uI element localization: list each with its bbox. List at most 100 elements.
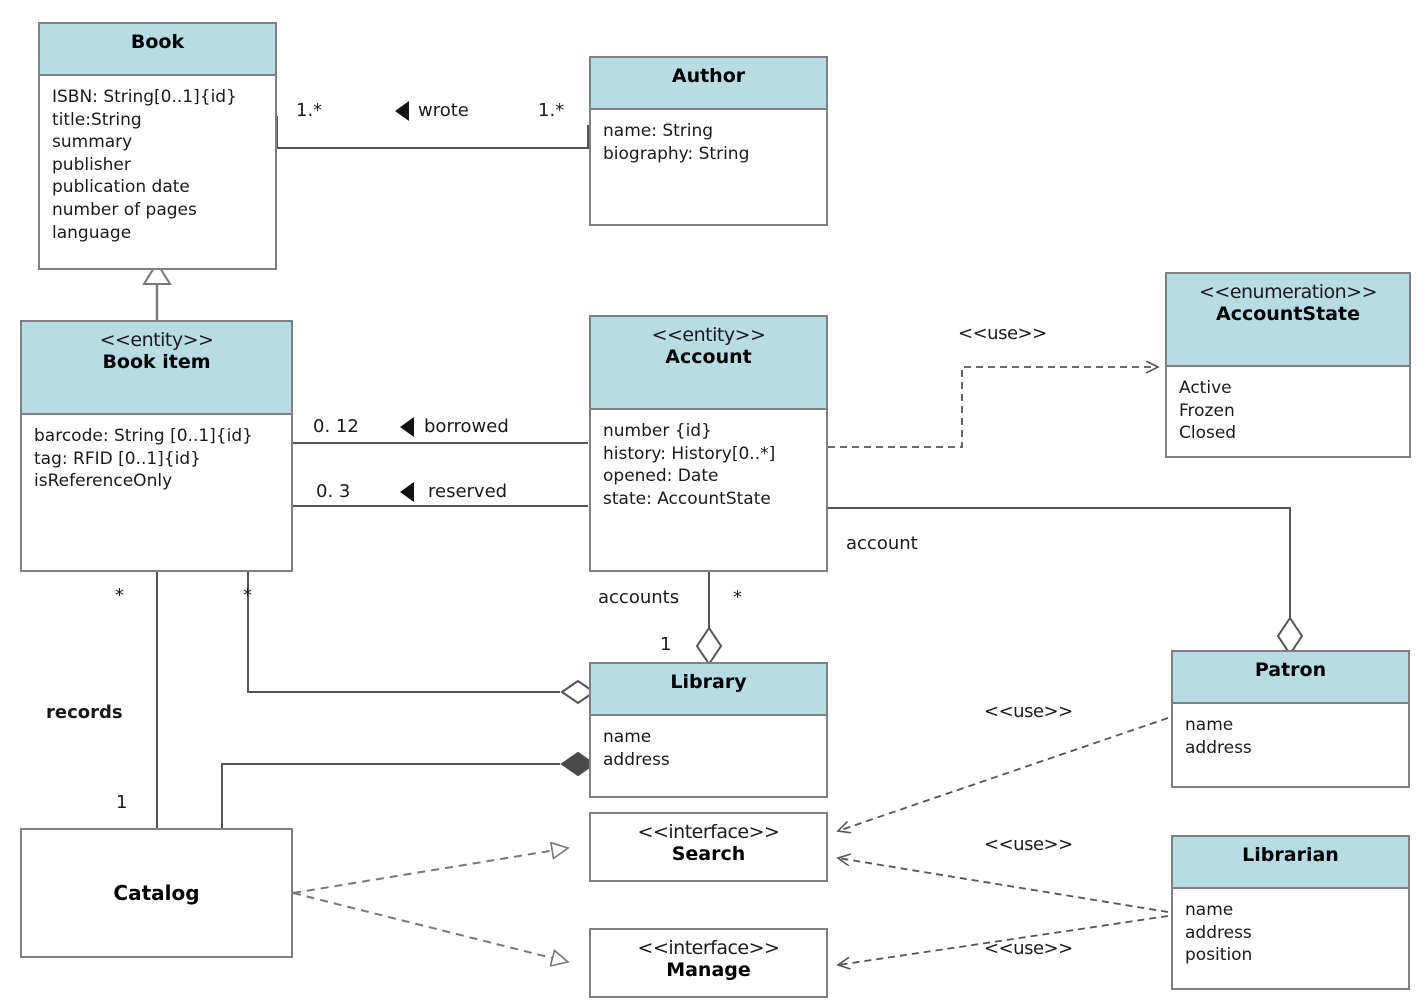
class-book[interactable]: Book ISBN: String[0..1]{id} title:String… [38,22,277,270]
role-label-accounts: accounts [598,587,680,608]
class-book-item-header: <<entity>> Book item [22,322,291,415]
class-book-attributes: ISBN: String[0..1]{id} title:String summ… [40,76,275,250]
attribute: number of pages [52,200,197,221]
attribute: state: AccountState [603,488,771,509]
class-search-name: Search [671,843,746,866]
multiplicity-reserved: 0. 3 [316,481,351,502]
class-librarian-name: Librarian [1242,844,1339,866]
attribute: publication date [52,177,190,198]
attribute: address [1185,922,1252,943]
class-account-state-stereotype: <<enumeration>> [1198,281,1378,303]
class-librarian-attributes: name address position [1173,889,1408,973]
uml-diagram-canvas: Book ISBN: String[0..1]{id} title:String… [0,0,1426,1006]
edge-account-uses-accountstate [828,367,1158,448]
multiplicity-book-wrote-right: 1.* [538,100,565,121]
class-library[interactable]: Library name address [589,662,828,798]
edge-account-library-aggregation [695,572,723,666]
class-librarian[interactable]: Librarian name address position [1171,835,1410,990]
class-patron-attributes: name address [1173,704,1408,765]
attribute: language [52,222,132,243]
navigation-triangle-reserved [400,482,414,502]
edge-catalog-realizes-search [292,848,568,894]
class-account-state-name: AccountState [1216,303,1360,326]
class-account[interactable]: <<entity>> Account number {id} history: … [589,315,828,572]
attribute: name [1185,900,1234,920]
class-manage-interface[interactable]: <<interface>> Manage [589,928,828,998]
class-account-state-literals: Active Frozen Closed [1167,367,1409,451]
class-book-item-name: Book item [102,351,211,374]
class-author-attributes: name: String biography: String [591,110,826,171]
class-patron[interactable]: Patron name address [1171,650,1410,788]
edge-catalog-library-composition [221,751,596,828]
multiplicity-borrowed: 0. 12 [313,416,359,437]
attribute: barcode: String [0..1]{id} [34,426,253,446]
association-label-wrote: wrote [418,100,469,121]
multiplicity-records-star: * [115,585,124,606]
attribute: address [603,749,670,770]
class-book-item-stereotype: <<entity>> [99,329,214,351]
class-book-item-attributes: barcode: String [0..1]{id} tag: RFID [0.… [22,415,291,499]
class-account-state[interactable]: <<enumeration>> AccountState Active Froz… [1165,272,1411,458]
class-search-header: <<interface>> Search [591,814,826,880]
class-library-name: Library [670,671,747,693]
class-book-header: Book [40,24,275,76]
class-author[interactable]: Author name: String biography: String [589,56,828,226]
attribute: isReferenceOnly [34,471,173,492]
attribute: number {id} [603,421,712,441]
class-account-header: <<entity>> Account [591,317,826,410]
class-author-header: Author [591,58,826,110]
class-search-interface[interactable]: <<interface>> Search [589,812,828,882]
enum-literal: Closed [1179,423,1237,444]
enum-literal: Frozen [1179,400,1235,421]
class-patron-header: Patron [1173,652,1408,704]
class-patron-name: Patron [1254,659,1327,681]
navigation-triangle-borrowed [400,417,414,437]
class-account-stereotype: <<entity>> [651,324,766,346]
class-book-name: Book [130,31,185,53]
enum-literal: Active [1179,378,1232,398]
multiplicity-bookitem-library-star: * [243,585,252,606]
multiplicity-book-wrote-left: 1.* [296,100,323,121]
class-manage-header: <<interface>> Manage [591,930,826,996]
class-account-state-header: <<enumeration>> AccountState [1167,274,1409,367]
role-label-account: account [846,533,918,554]
multiplicity-library-one: 1 [660,634,672,655]
dependency-label-use-patron-search: <<use>> [984,701,1073,722]
class-library-header: Library [591,664,826,716]
edge-bookitem-generalization-book [142,261,172,320]
multiplicity-records-one: 1 [116,792,128,813]
attribute: position [1185,945,1253,966]
edge-catalog-realizes-manage [292,892,568,962]
multiplicity-accounts-star: * [733,587,742,608]
attribute: name [1185,715,1234,735]
association-label-records: records [46,702,123,723]
class-manage-name: Manage [666,959,751,982]
edge-account-patron-aggregation [828,507,1304,656]
association-label-borrowed: borrowed [424,416,509,437]
class-account-name: Account [665,346,752,369]
edge-librarian-uses-search [838,858,1169,913]
attribute: tag: RFID [0..1]{id} [34,448,201,469]
dependency-label-use-accountstate: <<use>> [958,323,1047,344]
attribute: history: History[0..*] [603,443,776,464]
dependency-label-use-librarian-manage: <<use>> [984,938,1073,959]
class-library-attributes: name address [591,716,826,777]
attribute: name: String [603,121,714,141]
attribute: title:String [52,109,142,130]
dependency-label-use-librarian-search: <<use>> [984,834,1073,855]
attribute: name [603,727,652,747]
attribute: opened: Date [603,466,719,487]
attribute: biography: String [603,143,750,164]
association-label-reserved: reserved [428,481,508,502]
attribute: ISBN: String[0..1]{id} [52,87,237,107]
attribute: publisher [52,154,131,175]
class-manage-stereotype: <<interface>> [637,937,780,959]
navigation-triangle-wrote [395,101,409,121]
edge-bookitem-library-aggregation [247,572,596,705]
class-librarian-header: Librarian [1173,837,1408,889]
edge-patron-uses-search [838,717,1169,831]
class-catalog[interactable]: Catalog [20,828,293,958]
class-book-item[interactable]: <<entity>> Book item barcode: String [0.… [20,320,293,572]
class-catalog-name: Catalog [113,881,200,905]
class-account-attributes: number {id} history: History[0..*] opene… [591,410,826,516]
